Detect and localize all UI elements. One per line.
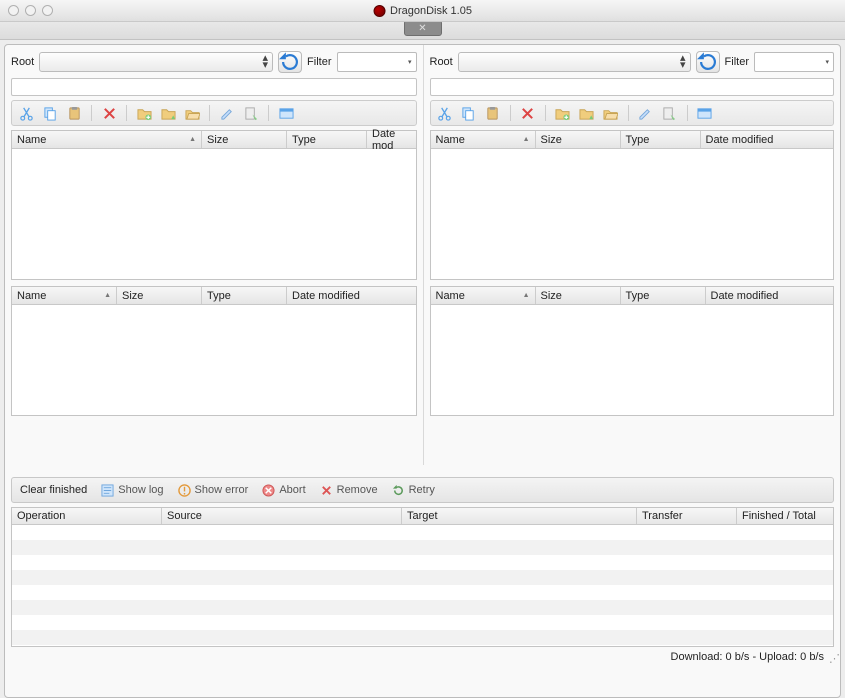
col-finished[interactable]: Finished / Total xyxy=(737,508,833,524)
toolbar-left xyxy=(11,100,417,126)
delete-icon[interactable] xyxy=(520,105,536,121)
view-icon[interactable] xyxy=(278,105,294,121)
refresh-button-left[interactable] xyxy=(278,51,302,73)
window-close-button[interactable] xyxy=(8,5,19,16)
col-size[interactable]: Size xyxy=(536,131,621,148)
col-size[interactable]: Size xyxy=(117,287,202,304)
filter-label: Filter xyxy=(307,56,331,68)
copy-icon[interactable] xyxy=(461,105,477,121)
file-grid-left-top[interactable]: Name▲ Size Type Date mod xyxy=(11,130,417,280)
col-source[interactable]: Source xyxy=(162,508,402,524)
col-name[interactable]: Name▲ xyxy=(12,131,202,148)
window-zoom-button[interactable] xyxy=(42,5,53,16)
operations-grid[interactable]: Operation Source Target Transfer Finishe… xyxy=(11,507,834,647)
log-toolbar: Clear finished Show log Show error Abort… xyxy=(11,477,834,503)
toolbar-right xyxy=(430,100,835,126)
root-combo-left[interactable]: ▴▾ xyxy=(39,52,273,72)
folder-up-icon[interactable] xyxy=(579,105,595,121)
edit-icon[interactable] xyxy=(219,105,235,121)
toolbar-tab-area: ✕ xyxy=(0,22,845,40)
folder-open-icon[interactable] xyxy=(184,105,200,121)
right-pane: Root ▴▾ Filter ▾ xyxy=(423,45,841,465)
col-modified[interactable]: Date modified xyxy=(706,287,834,304)
col-operation[interactable]: Operation xyxy=(12,508,162,524)
col-modified[interactable]: Date mod xyxy=(367,131,416,148)
properties-icon[interactable] xyxy=(243,105,259,121)
resize-grip-icon[interactable]: ⋰ xyxy=(829,652,837,665)
col-target[interactable]: Target xyxy=(402,508,637,524)
folder-open-icon[interactable] xyxy=(603,105,619,121)
abort-button[interactable]: Abort xyxy=(262,484,305,497)
path-input-right[interactable] xyxy=(430,78,835,96)
file-grid-right-bottom[interactable]: Name▲ Size Type Date modified xyxy=(430,286,835,416)
window-title: DragonDisk 1.05 xyxy=(390,5,472,17)
delete-icon[interactable] xyxy=(101,105,117,121)
retry-icon xyxy=(392,484,405,497)
status-bar: Download: 0 b/s - Upload: 0 b/s ⋰ xyxy=(5,647,840,663)
col-size[interactable]: Size xyxy=(202,131,287,148)
refresh-button-right[interactable] xyxy=(696,51,720,73)
filter-select-left[interactable]: ▾ xyxy=(337,52,417,72)
col-modified[interactable]: Date modified xyxy=(701,131,834,148)
show-error-button[interactable]: Show error xyxy=(178,484,249,497)
remove-button[interactable]: Remove xyxy=(320,484,378,497)
root-label: Root xyxy=(430,56,453,68)
new-folder-icon[interactable] xyxy=(555,105,571,121)
edit-icon[interactable] xyxy=(638,105,654,121)
transfer-status: Download: 0 b/s - Upload: 0 b/s xyxy=(671,651,824,663)
view-icon[interactable] xyxy=(697,105,713,121)
filter-label: Filter xyxy=(725,56,749,68)
file-grid-right-top[interactable]: Name▲ Size Type Date modified xyxy=(430,130,835,280)
path-input-left[interactable] xyxy=(11,78,417,96)
copy-icon[interactable] xyxy=(42,105,58,121)
refresh-icon xyxy=(697,51,719,73)
col-type[interactable]: Type xyxy=(621,287,706,304)
cut-icon[interactable] xyxy=(437,105,453,121)
error-icon xyxy=(178,484,191,497)
paste-icon[interactable] xyxy=(66,105,82,121)
app-icon xyxy=(373,5,385,17)
remove-icon xyxy=(320,484,333,497)
file-grid-left-bottom[interactable]: Name▲ Size Type Date modified xyxy=(11,286,417,416)
filter-select-right[interactable]: ▾ xyxy=(754,52,834,72)
col-name[interactable]: Name▲ xyxy=(12,287,117,304)
root-combo-right[interactable]: ▴▾ xyxy=(458,52,691,72)
show-log-button[interactable]: Show log xyxy=(101,484,163,497)
tab-close-button[interactable]: ✕ xyxy=(404,20,442,36)
close-icon: ✕ xyxy=(418,23,426,34)
refresh-icon xyxy=(279,51,301,73)
retry-button[interactable]: Retry xyxy=(392,484,435,497)
col-transfer[interactable]: Transfer xyxy=(637,508,737,524)
new-folder-icon[interactable] xyxy=(136,105,152,121)
clear-finished-button[interactable]: Clear finished xyxy=(20,484,87,496)
folder-up-icon[interactable] xyxy=(160,105,176,121)
window-minimize-button[interactable] xyxy=(25,5,36,16)
col-type[interactable]: Type xyxy=(202,287,287,304)
col-name[interactable]: Name▲ xyxy=(431,287,536,304)
col-size[interactable]: Size xyxy=(536,287,621,304)
properties-icon[interactable] xyxy=(662,105,678,121)
abort-icon xyxy=(262,484,275,497)
col-type[interactable]: Type xyxy=(621,131,701,148)
col-name[interactable]: Name▲ xyxy=(431,131,536,148)
titlebar: DragonDisk 1.05 xyxy=(0,0,845,22)
col-modified[interactable]: Date modified xyxy=(287,287,416,304)
paste-icon[interactable] xyxy=(485,105,501,121)
left-pane: Root ▴▾ Filter ▾ xyxy=(5,45,423,465)
cut-icon[interactable] xyxy=(18,105,34,121)
log-icon xyxy=(101,484,114,497)
col-type[interactable]: Type xyxy=(287,131,367,148)
root-label: Root xyxy=(11,56,34,68)
